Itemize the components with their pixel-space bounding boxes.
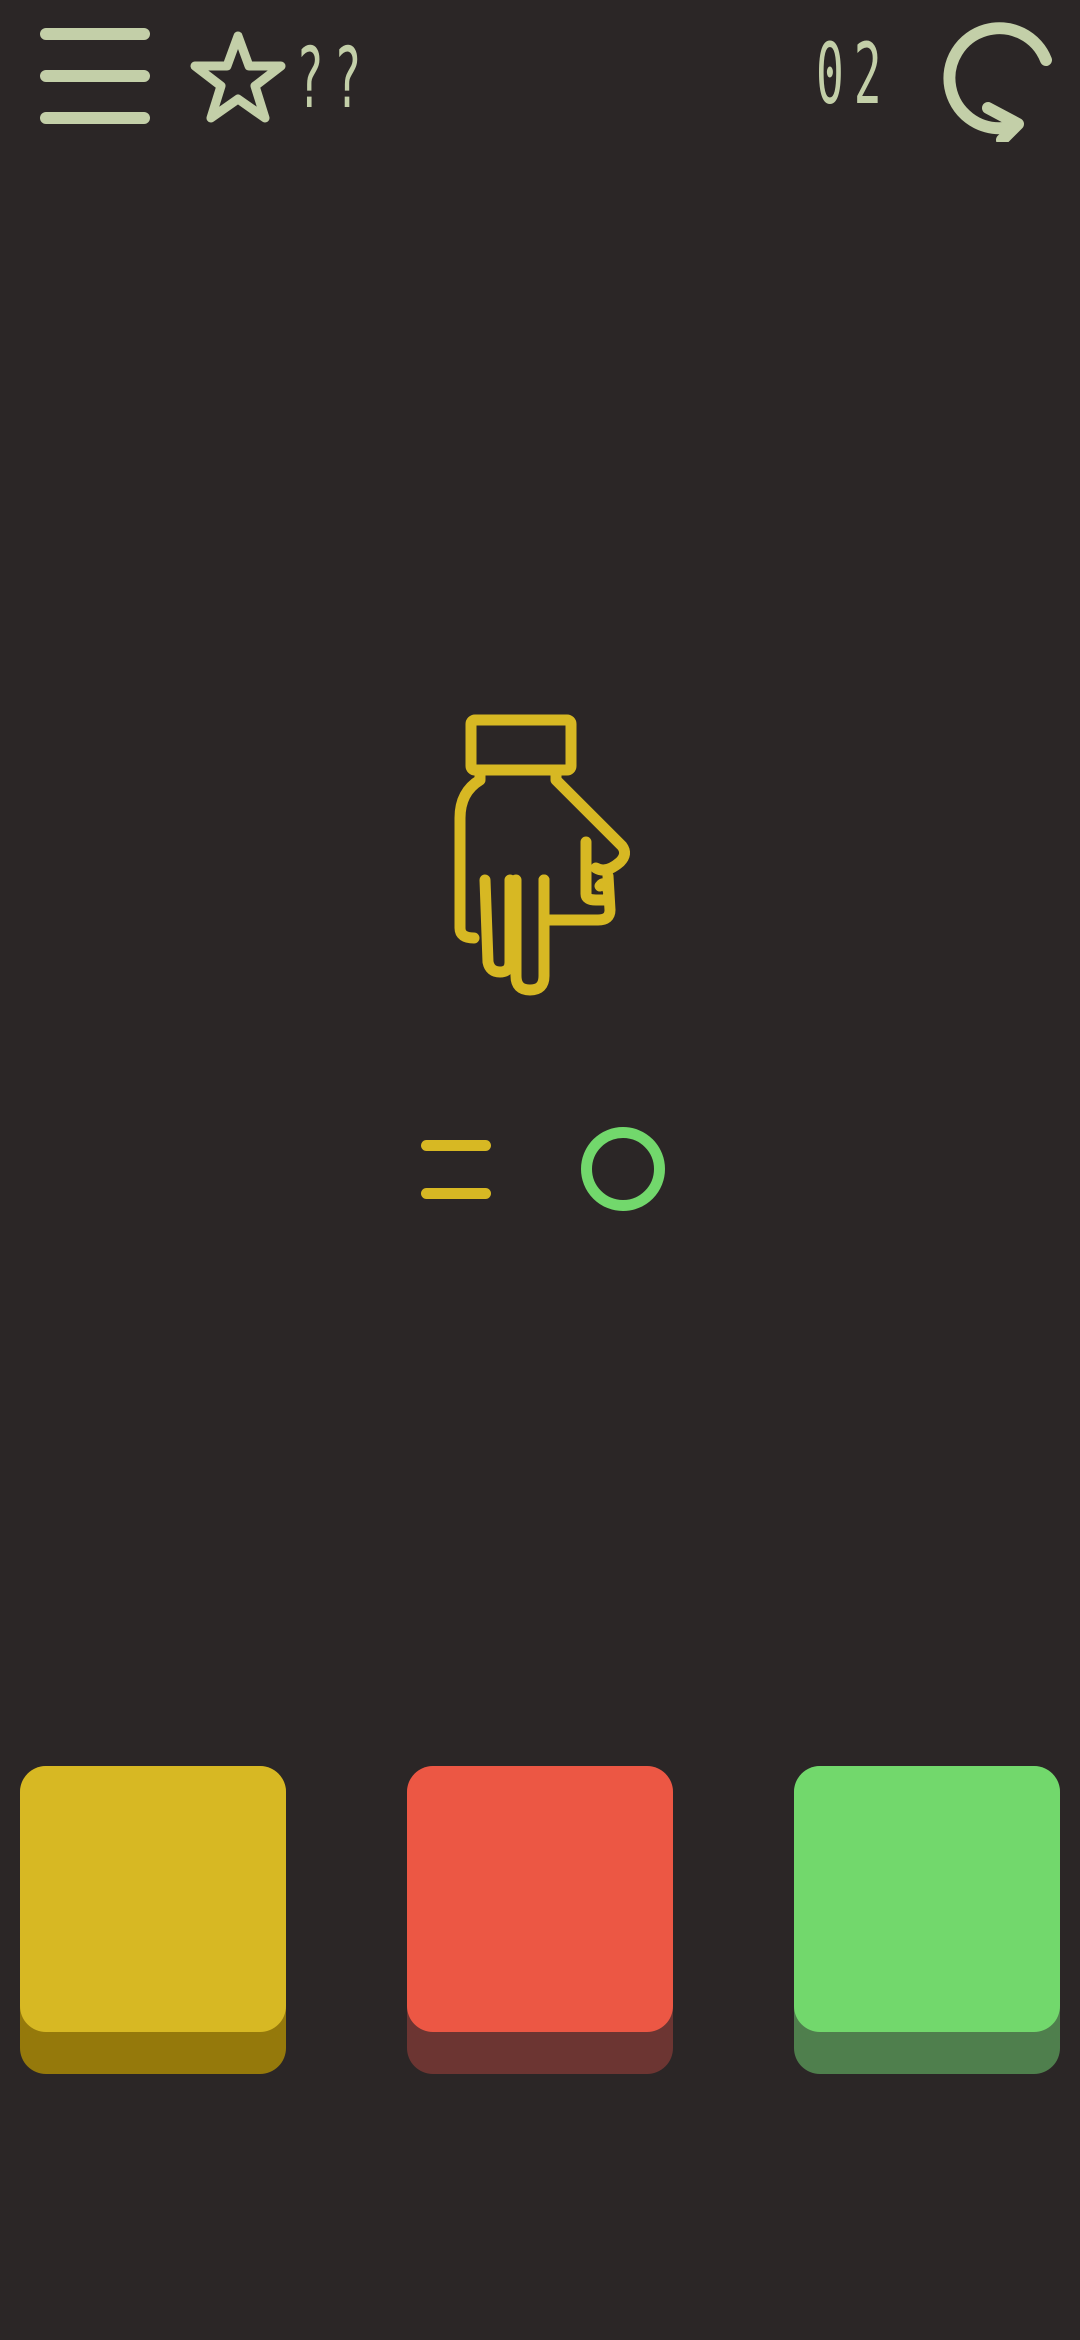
answer-circle-icon	[581, 1127, 665, 1211]
menu-bar-top	[40, 28, 150, 40]
green-color-button[interactable]	[794, 1766, 1060, 2074]
pointing-down-hand-icon	[430, 700, 650, 1000]
menu-bar-middle	[40, 70, 150, 82]
restart-arrow-icon[interactable]	[942, 16, 1058, 146]
yellow-button-face	[20, 1766, 286, 2032]
red-color-button[interactable]	[407, 1766, 673, 2074]
yellow-color-button[interactable]	[20, 1766, 286, 2074]
level-number: 02	[816, 25, 892, 123]
equals-line-bottom	[421, 1188, 491, 1199]
red-button-face	[407, 1766, 673, 2032]
game-screen: ?? 02	[0, 0, 1080, 2340]
star-score-text: ??	[296, 29, 372, 127]
menu-bar-bottom	[40, 112, 150, 124]
green-button-face	[794, 1766, 1060, 2032]
hamburger-menu-icon[interactable]	[40, 28, 152, 128]
star-outline-icon	[188, 28, 288, 128]
star-score: ??	[188, 28, 433, 128]
equals-sign	[421, 1138, 493, 1202]
equals-line-top	[421, 1140, 491, 1151]
